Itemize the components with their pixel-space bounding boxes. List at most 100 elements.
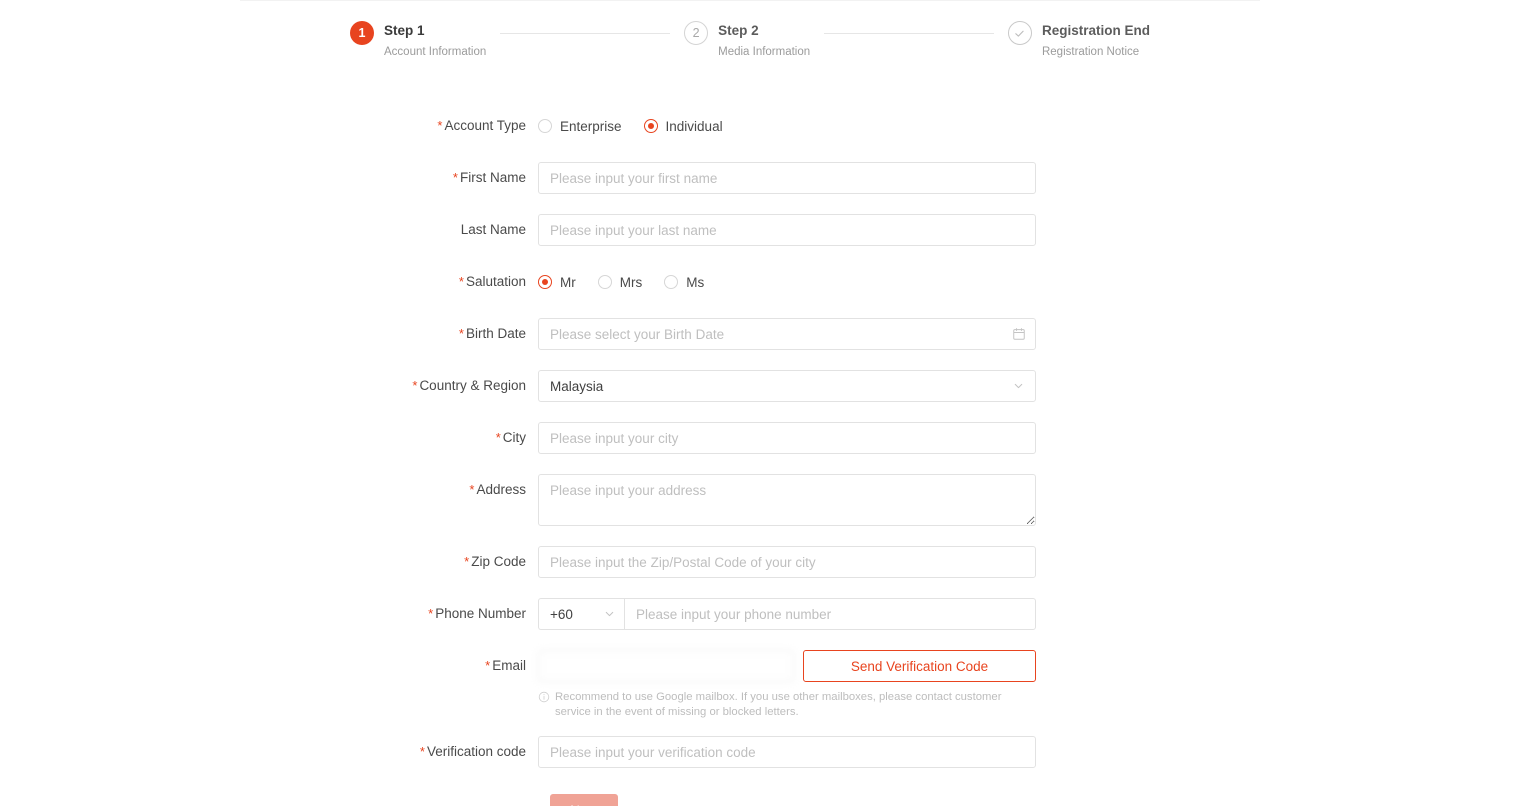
- check-icon: [1007, 21, 1032, 45]
- country-region-select[interactable]: Malaysia: [538, 370, 1036, 402]
- field-first-name: [538, 162, 1036, 194]
- row-birth-date: * Birth Date: [0, 318, 1520, 350]
- label-account-type-text: Account Type: [444, 118, 526, 133]
- radio-dot-individual: [643, 119, 658, 133]
- zip-code-input[interactable]: [538, 546, 1036, 578]
- label-salutation: * Salutation: [0, 266, 538, 298]
- next-button[interactable]: Next: [550, 794, 618, 806]
- step-2-texts: Step 2 Media Information: [718, 20, 810, 59]
- first-name-input[interactable]: [538, 162, 1036, 194]
- country-region-value: Malaysia: [550, 378, 604, 394]
- label-email: * Email: [0, 650, 538, 682]
- row-country-region: * Country & Region Malaysia: [0, 370, 1520, 402]
- required-star: *: [485, 658, 491, 673]
- row-last-name: Last Name: [0, 214, 1520, 246]
- step-2[interactable]: 2 Step 2 Media Information: [684, 20, 810, 59]
- radio-dot-ms: [664, 275, 679, 289]
- required-star: *: [419, 744, 425, 759]
- radio-salutation-mrs[interactable]: Mrs: [597, 274, 643, 290]
- label-verification-code-text: Verification code: [426, 744, 526, 759]
- label-last-name-text: Last Name: [460, 222, 526, 237]
- radio-account-type-enterprise[interactable]: Enterprise: [538, 119, 622, 134]
- last-name-input[interactable]: [538, 214, 1036, 246]
- step-1-subtitle: Account Information: [384, 46, 487, 58]
- label-birth-date-text: Birth Date: [465, 326, 526, 341]
- top-divider: [240, 0, 1260, 1]
- step-3-title: Registration End: [1041, 23, 1150, 38]
- phone-country-code-value: +60: [550, 606, 573, 622]
- label-address: * Address: [0, 474, 538, 506]
- registration-stepper: 1 Step 1 Account Information 2 Step 2 Me…: [350, 20, 1150, 59]
- radio-salutation-mr[interactable]: Mr: [538, 275, 576, 290]
- required-star: *: [469, 482, 475, 497]
- step-1[interactable]: 1 Step 1 Account Information: [350, 20, 486, 59]
- field-birth-date: [538, 318, 1036, 350]
- radio-label-mr: Mr: [560, 274, 576, 290]
- radio-account-type-individual[interactable]: Individual: [643, 118, 723, 134]
- label-phone-number-text: Phone Number: [435, 606, 526, 621]
- required-star: *: [452, 170, 458, 185]
- radio-dot-mr: [538, 275, 552, 289]
- radio-label-enterprise: Enterprise: [560, 118, 622, 134]
- field-address: [538, 474, 1036, 526]
- account-type-radio-group: Enterprise Individual: [538, 110, 745, 142]
- phone-number-group: +60: [538, 598, 1036, 630]
- row-city: * City: [0, 422, 1520, 454]
- radio-label-ms: Ms: [686, 274, 705, 290]
- required-star: *: [428, 606, 434, 621]
- label-salutation-text: Salutation: [465, 274, 526, 289]
- field-zip-code: [538, 546, 1036, 578]
- required-star: *: [464, 554, 470, 569]
- row-email: * Email Send Verification Code Recommend…: [0, 650, 1520, 720]
- stepper-connector-1: [500, 33, 671, 34]
- city-input[interactable]: [538, 422, 1036, 454]
- radio-label-individual: Individual: [665, 118, 723, 134]
- radio-dot-mrs: [597, 275, 612, 289]
- phone-country-code-select[interactable]: +60: [538, 598, 624, 630]
- label-verification-code: * Verification code: [0, 736, 538, 768]
- required-star: *: [495, 430, 501, 445]
- phone-number-input[interactable]: [624, 598, 1036, 630]
- birth-date-input[interactable]: [538, 318, 1036, 350]
- required-star: *: [458, 274, 464, 289]
- radio-label-mrs: Mrs: [619, 274, 643, 290]
- label-country-region-text: Country & Region: [419, 378, 526, 393]
- stepper-connector-2: [824, 33, 994, 34]
- radio-salutation-ms[interactable]: Ms: [664, 275, 704, 290]
- required-star: *: [412, 378, 418, 393]
- email-hint-text: Recommend to use Google mailbox. If you …: [555, 691, 1002, 718]
- label-city-text: City: [502, 430, 526, 445]
- step-3[interactable]: Registration End Registration Notice: [1007, 20, 1150, 59]
- label-account-type: * Account Type: [0, 110, 538, 142]
- field-country-region: Malaysia: [538, 370, 1036, 402]
- step-1-title: Step 1: [384, 23, 425, 38]
- row-first-name: * First Name: [0, 162, 1520, 194]
- info-icon: [538, 691, 550, 720]
- step-1-texts: Step 1 Account Information: [384, 20, 486, 59]
- email-hint: Recommend to use Google mailbox. If you …: [538, 690, 1038, 720]
- address-textarea[interactable]: [538, 474, 1036, 526]
- registration-page: 1 Step 1 Account Information 2 Step 2 Me…: [0, 0, 1520, 806]
- send-verification-code-button[interactable]: Send Verification Code: [803, 650, 1036, 682]
- label-last-name: Last Name: [0, 214, 538, 246]
- label-zip-code: * Zip Code: [0, 546, 538, 578]
- label-phone-number: * Phone Number: [0, 598, 538, 630]
- field-salutation: Mr Mrs Ms: [538, 266, 726, 298]
- verification-code-input[interactable]: [538, 736, 1036, 768]
- field-account-type: Enterprise Individual: [538, 110, 745, 142]
- step-1-badge: 1: [350, 21, 374, 45]
- radio-dot-enterprise: [538, 119, 552, 133]
- label-email-text: Email: [492, 658, 526, 673]
- row-account-type: * Account Type Enterprise Individual: [0, 110, 1520, 142]
- field-last-name: [538, 214, 1036, 246]
- email-input[interactable]: [538, 650, 794, 682]
- label-country-region: * Country & Region: [0, 370, 538, 402]
